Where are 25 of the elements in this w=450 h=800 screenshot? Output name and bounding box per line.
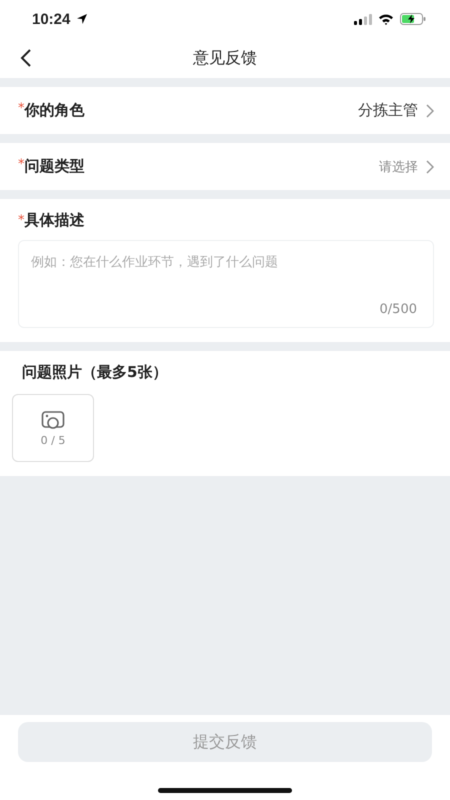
form-row[interactable]: *你的角色 分拣主管	[0, 87, 450, 134]
status-time: 10:24	[32, 10, 70, 28]
page-title: 意见反馈	[193, 48, 257, 68]
required-mark: *	[18, 213, 24, 228]
required-mark: *	[18, 101, 24, 116]
signal-icon	[354, 14, 372, 24]
camera-icon	[41, 410, 65, 430]
field-label: 你的角色	[24, 101, 86, 120]
wifi-icon	[378, 13, 394, 25]
field-placeholder: 例如：您在什么作业环节，遇到了什么问题	[31, 255, 278, 270]
section-title: 问题照片（最多5张）	[22, 363, 168, 382]
form-row[interactable]: *问题类型 请选择	[0, 143, 450, 190]
required-mark: *	[18, 157, 24, 172]
field-label: 具体描述	[24, 211, 86, 230]
location-arrow-icon	[76, 13, 88, 25]
chevron-right-icon	[426, 160, 434, 174]
description-field[interactable]: 例如：您在什么作业环节，遇到了什么问题 0/500	[18, 240, 434, 328]
field-label: 问题类型	[24, 157, 86, 176]
chevron-right-icon	[426, 104, 434, 118]
field-placeholder: 请选择	[379, 158, 418, 176]
photo-upload-button[interactable]: 0 / 5	[12, 394, 94, 462]
battery-charging-icon	[400, 13, 426, 25]
back-icon[interactable]	[20, 48, 32, 68]
field-value: 分拣主管	[358, 101, 418, 120]
char-counter: 0/500	[380, 302, 417, 317]
